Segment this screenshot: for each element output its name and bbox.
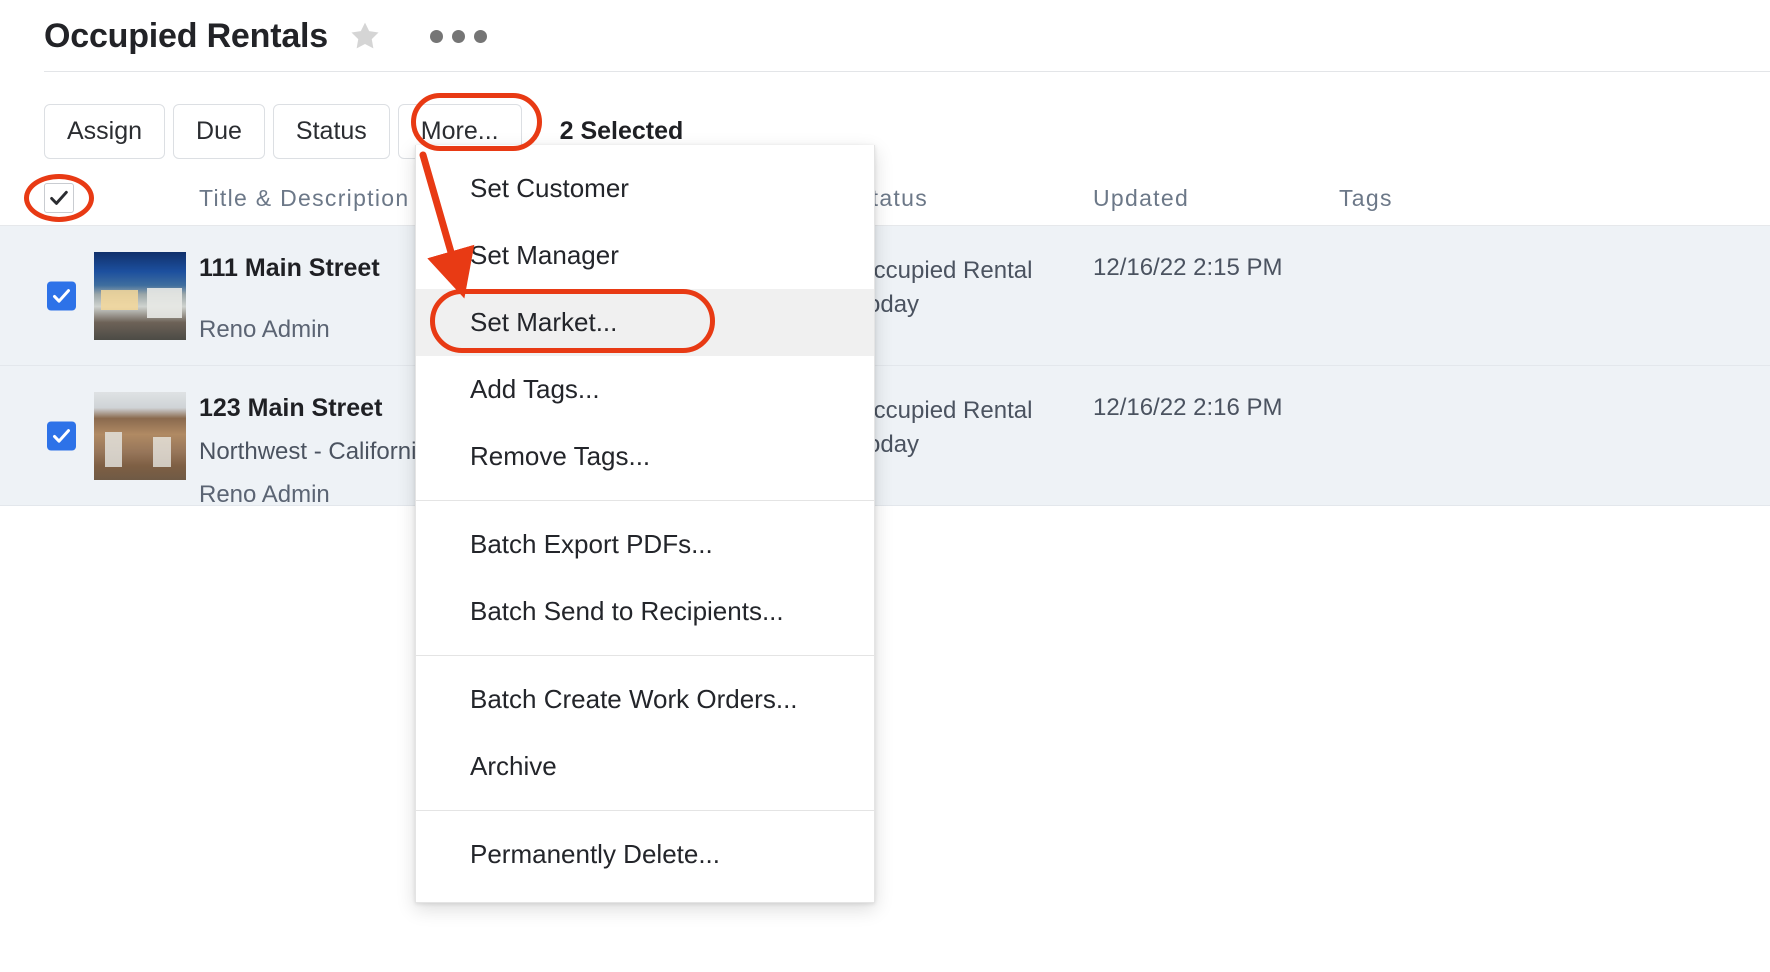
menu-item-add-tags[interactable]: Add Tags... <box>416 356 874 423</box>
menu-item-batch-create-work-orders[interactable]: Batch Create Work Orders... <box>416 666 874 733</box>
table-row[interactable]: 111 Main Street Reno Admin Occupied Rent… <box>0 226 1770 366</box>
select-all-checkbox[interactable] <box>44 183 74 213</box>
ellipsis-icon[interactable] <box>430 29 487 43</box>
menu-item-batch-send-to-recipients[interactable]: Batch Send to Recipients... <box>416 578 874 645</box>
table-header-row: Title & Description Status Updated Tags <box>0 170 1770 226</box>
menu-item-archive[interactable]: Archive <box>416 733 874 800</box>
column-header-updated[interactable]: Updated <box>1093 170 1189 226</box>
ellipsis-dot-3 <box>474 29 487 43</box>
row-owner: Reno Admin <box>199 481 330 508</box>
select-all-cell <box>44 170 74 226</box>
assign-button[interactable]: Assign <box>44 104 166 159</box>
row-status: Occupied Rental Today <box>855 257 1033 319</box>
menu-item-remove-tags[interactable]: Remove Tags... <box>416 423 874 490</box>
row-updated: 12/16/22 2:15 PM <box>1093 254 1283 281</box>
page-title: Occupied Rentals <box>44 17 328 55</box>
records-table: Title & Description Status Updated Tags … <box>0 170 1770 508</box>
row-checkbox[interactable] <box>47 281 76 310</box>
status-button[interactable]: Status <box>272 104 390 159</box>
app-root: Occupied Rentals Assign Due Status More.… <box>0 0 1770 972</box>
menu-divider <box>416 500 874 501</box>
ellipsis-dot-1 <box>430 29 443 43</box>
menu-item-set-manager[interactable]: Set Manager <box>416 222 874 289</box>
ellipsis-dot-2 <box>452 29 465 43</box>
row-title[interactable]: 123 Main Street <box>199 394 382 423</box>
row-status: Occupied Rental Today <box>855 397 1033 459</box>
due-button[interactable]: Due <box>173 104 265 159</box>
row-title[interactable]: 111 Main Street <box>199 254 380 283</box>
page-header: Occupied Rentals <box>44 0 1770 72</box>
row-owner: Reno Admin <box>199 316 330 343</box>
column-header-tags[interactable]: Tags <box>1339 170 1393 226</box>
header-divider <box>44 71 1770 72</box>
menu-item-permanently-delete[interactable]: Permanently Delete... <box>416 821 874 888</box>
row-updated: 12/16/22 2:16 PM <box>1093 394 1283 421</box>
menu-item-set-market[interactable]: Set Market... <box>416 289 874 356</box>
star-icon[interactable] <box>348 19 382 53</box>
property-photo-icon <box>94 251 186 340</box>
column-header-title-description[interactable]: Title & Description <box>199 170 409 226</box>
selected-count-label: 2 Selected <box>559 117 684 145</box>
row-checkbox[interactable] <box>47 421 76 450</box>
row-subtitle: Northwest - California <box>199 438 430 465</box>
menu-divider <box>416 810 874 811</box>
menu-item-set-customer[interactable]: Set Customer <box>416 155 874 222</box>
property-photo-icon <box>94 391 186 480</box>
more-dropdown-menu: Set Customer Set Manager Set Market... A… <box>415 145 875 903</box>
row-thumbnail[interactable] <box>94 251 186 340</box>
table-row[interactable]: 123 Main Street Northwest - California R… <box>0 366 1770 508</box>
menu-divider <box>416 655 874 656</box>
menu-item-batch-export-pdfs[interactable]: Batch Export PDFs... <box>416 511 874 578</box>
row-thumbnail[interactable] <box>94 391 186 480</box>
